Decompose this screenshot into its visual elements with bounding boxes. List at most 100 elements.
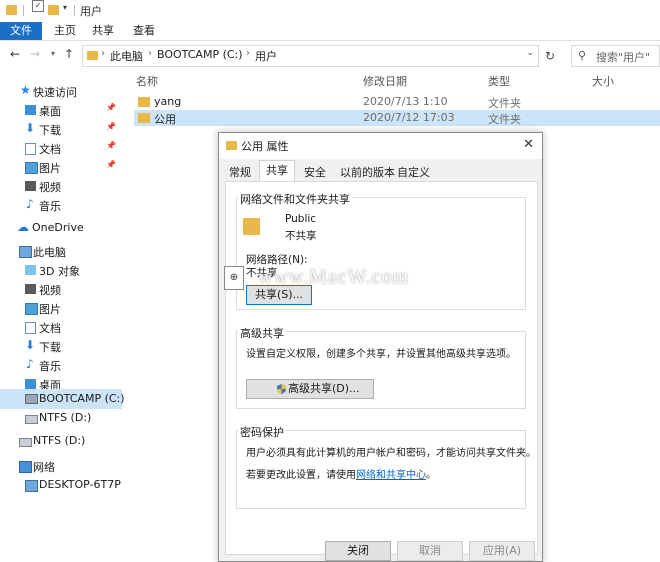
sidebar-item-documents[interactable]: 文档 📌 [0, 139, 122, 158]
row-name: yang [154, 95, 182, 108]
download-icon: ⬇ [25, 338, 36, 352]
sidebar-item-label: 3D 对象 [39, 265, 80, 278]
tab-security[interactable]: 安全 [304, 164, 326, 180]
desktop-icon [25, 105, 36, 115]
drive-icon [25, 394, 38, 404]
sidebar-item-label: NTFS (D:) [39, 411, 92, 424]
sidebar-item-ntfs-drive[interactable]: NTFS (D:) [0, 409, 122, 428]
pin-icon[interactable]: 📌 [106, 160, 116, 169]
advanced-sharing-label: 高级共享(D)... [288, 382, 360, 395]
ribbon-tabs: 文件 主页 共享 查看 [0, 22, 660, 41]
password-description: 用户必须具有此计算机的用户帐户和密码，才能访问共享文件夹。 [246, 448, 536, 459]
sidebar-item-label: 桌面 [39, 105, 61, 118]
sidebar-item-documents-pc[interactable]: 文档 [0, 318, 122, 337]
advanced-sharing-button[interactable]: 高级共享(D)... [246, 379, 374, 399]
sidebar-item-music-pc[interactable]: ♪ 音乐 [0, 356, 122, 375]
sidebar-item-desktop-computer[interactable]: DESKTOP-6T7P00 [0, 476, 122, 495]
picture-icon [25, 162, 38, 174]
column-header-date[interactable]: 修改日期 [363, 73, 407, 89]
apply-button[interactable]: 应用(A) [469, 541, 535, 561]
pin-icon[interactable]: 📌 [106, 122, 116, 131]
pin-icon[interactable]: 📌 [106, 103, 116, 112]
chevron-down-icon[interactable]: ⌄ [526, 48, 534, 58]
sidebar-item-label: 图片 [39, 162, 61, 175]
sidebar-item-quick-access[interactable]: ★ 快速访问 [0, 82, 122, 101]
chevron-right-icon[interactable]: › [148, 48, 152, 59]
sidebar-item-label: 视频 [39, 284, 61, 297]
refresh-icon[interactable]: ↻ [545, 49, 555, 63]
sidebar-item-ntfs-drive-2[interactable]: NTFS (D:) [0, 432, 122, 451]
sharing-status: 不共享 [285, 230, 317, 242]
search-input[interactable]: ⚲ 搜索"用户" [571, 45, 660, 67]
password-change-prefix: 若要更改此设置，请使用 [246, 470, 356, 481]
tab-general[interactable]: 常规 [229, 164, 251, 180]
title-bar: ✓ ▾ 用户 [0, 0, 660, 22]
tab-sharing[interactable]: 共享 [259, 160, 295, 182]
column-header-type[interactable]: 类型 [488, 73, 510, 89]
chevron-right-icon[interactable]: › [246, 48, 250, 59]
tab-home[interactable]: 主页 [45, 22, 85, 40]
sidebar-item-music[interactable]: ♪ 音乐 [0, 196, 122, 215]
tab-previous-versions[interactable]: 以前的版本 [340, 164, 395, 180]
back-arrow-icon[interactable]: ← [8, 47, 22, 61]
sidebar-item-label: 网络 [33, 461, 55, 474]
address-bar[interactable]: › 此电脑 › BOOTCAMP (C:) › 用户 ⌄ [82, 45, 539, 67]
forward-arrow-icon[interactable]: → [28, 47, 42, 61]
tab-file[interactable]: 文件 [0, 22, 42, 40]
pin-icon[interactable]: 📌 [106, 141, 116, 150]
sidebar-item-bootcamp-drive[interactable]: BOOTCAMP (C:) [0, 389, 125, 409]
sidebar-item-this-pc[interactable]: 此电脑 [0, 242, 122, 261]
sharing-panel: 网络文件和文件夹共享 Public 不共享 网络路径(N): 不共享 共享(S)… [225, 181, 538, 555]
search-placeholder: 搜索"用户" [596, 51, 651, 64]
chevron-right-icon[interactable]: › [101, 48, 105, 59]
period: 。 [426, 470, 436, 481]
sidebar-item-network[interactable]: 网络 [0, 457, 122, 476]
sidebar-item-label: DESKTOP-6T7P00 [39, 478, 121, 491]
new-folder-icon[interactable] [48, 5, 59, 15]
sidebar-item-downloads[interactable]: ⬇ 下载 📌 [0, 120, 122, 139]
column-header-name[interactable]: 名称 [136, 73, 158, 89]
sidebar-item-videos[interactable]: 视频 [0, 177, 122, 196]
navigation-bar: ← → ▾ ↑ › 此电脑 › BOOTCAMP (C:) › 用户 ⌄ ↻ ⚲… [0, 41, 660, 69]
tab-share[interactable]: 共享 [83, 22, 123, 40]
sidebar-item-label: 快速访问 [33, 86, 77, 99]
dialog-title-bar[interactable]: 公用 属性 ✕ [219, 133, 542, 159]
sidebar-item-onedrive[interactable]: ☁ OneDrive [0, 219, 122, 238]
row-type: 文件夹 [488, 113, 521, 126]
sidebar-item-downloads-pc[interactable]: ⬇ 下载 [0, 337, 122, 356]
sidebar-item-pictures-pc[interactable]: 图片 [0, 299, 122, 318]
document-icon [25, 143, 36, 155]
sidebar-item-label: 音乐 [39, 200, 61, 213]
tab-view[interactable]: 查看 [124, 22, 164, 40]
group-title: 高级共享 [238, 325, 286, 341]
properties-check-icon[interactable]: ✓ [32, 0, 44, 12]
breadcrumb-drive[interactable]: BOOTCAMP (C:) [157, 48, 243, 61]
divider [23, 5, 24, 16]
customize-quick-access-icon[interactable]: ▾ [63, 3, 67, 12]
up-arrow-icon[interactable]: ↑ [62, 47, 76, 61]
search-icon: ⚲ [578, 49, 587, 62]
sidebar-item-label: 文档 [39, 143, 61, 156]
sidebar-item-desktop[interactable]: 桌面 📌 [0, 101, 122, 120]
breadcrumb-this-pc[interactable]: 此电脑 [110, 48, 143, 64]
sidebar-item-pictures[interactable]: 图片 📌 [0, 158, 122, 177]
shared-folder-name: Public [285, 213, 317, 225]
watermark: www.MacW.com [258, 266, 410, 288]
sidebar-item-label: 文档 [39, 322, 61, 335]
properties-dialog: 公用 属性 ✕ 常规 共享 安全 以前的版本 自定义 网络文件和文件夹共享 Pu… [218, 132, 543, 562]
close-button[interactable]: 关闭 [325, 541, 391, 561]
sidebar-item-videos-pc[interactable]: 视频 [0, 280, 122, 299]
column-headers: 名称 修改日期 类型 大小 [122, 70, 660, 90]
table-row[interactable]: 公用 2020/7/12 17:03 文件夹 [134, 110, 660, 126]
table-row[interactable]: yang 2020/7/13 1:10 文件夹 [134, 94, 660, 110]
tab-customize[interactable]: 自定义 [397, 164, 430, 180]
star-icon: ★ [20, 83, 31, 97]
close-icon[interactable]: ✕ [523, 137, 534, 152]
cancel-button[interactable]: 取消 [397, 541, 463, 561]
row-date: 2020/7/13 1:10 [363, 95, 448, 108]
sidebar-item-3d-objects[interactable]: 3D 对象 [0, 261, 122, 280]
column-header-size[interactable]: 大小 [592, 73, 614, 89]
breadcrumb-users[interactable]: 用户 [255, 48, 277, 64]
recent-locations-icon[interactable]: ▾ [46, 47, 60, 61]
network-sharing-center-link[interactable]: 网络和共享中心 [356, 470, 426, 481]
